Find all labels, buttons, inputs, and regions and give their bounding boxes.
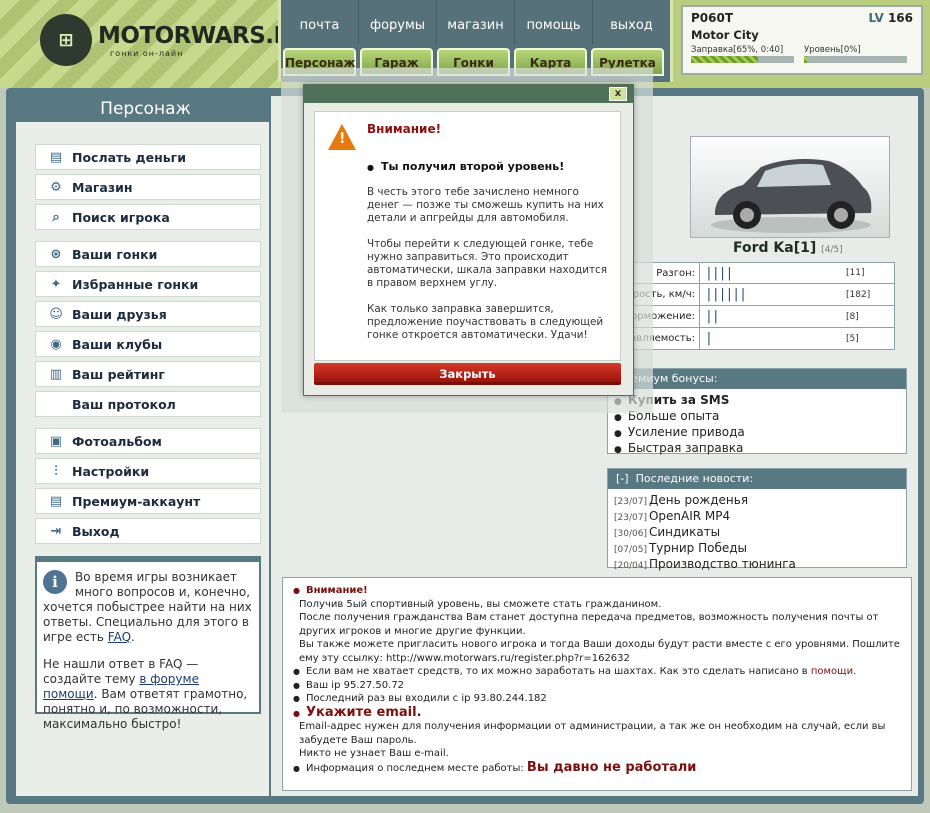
menu-search-player[interactable]: ⌕ Поиск игрока bbox=[35, 204, 261, 230]
info-icon: i bbox=[43, 570, 67, 594]
last-work-status: Вы давно не работали bbox=[526, 759, 697, 775]
nav-forums[interactable]: форумы bbox=[359, 0, 437, 44]
fuel-meter: Заправка[65%, 0:40] bbox=[691, 45, 794, 63]
steering-wheel-icon: ⊛ bbox=[50, 246, 62, 262]
menu-favorite-races[interactable]: ✦ Избранные гонки bbox=[35, 271, 261, 297]
nav-help[interactable]: помощь bbox=[515, 0, 593, 44]
player-level: LV 166 bbox=[868, 11, 913, 25]
player-city: Motor City bbox=[691, 28, 759, 42]
news-item[interactable]: [30/06] Синдикаты bbox=[614, 525, 900, 541]
news-box: [-] Последние новости: [23/07] День рожде… bbox=[607, 468, 907, 571]
exit-icon: ⇥ bbox=[50, 523, 62, 539]
close-icon[interactable]: x bbox=[609, 87, 627, 101]
menu-logout[interactable]: ⇥ Выход bbox=[35, 518, 261, 544]
current-ip: Ваш ip 95.27.50.72 bbox=[293, 679, 901, 693]
news-item[interactable]: [07/05] Турнир Победы bbox=[614, 541, 900, 557]
dialog-titlebar bbox=[304, 85, 633, 103]
dialog-paragraph: В честь этого тебе зачислено немного ден… bbox=[367, 186, 604, 224]
stat-bar: |||| bbox=[705, 265, 733, 281]
premium-item: Усиление привода bbox=[614, 425, 900, 441]
premium-item-sms[interactable]: Купить за SMS bbox=[614, 393, 900, 409]
nav-logout[interactable]: выход bbox=[593, 0, 670, 44]
help-link[interactable]: помощи bbox=[811, 666, 853, 677]
dialog-subtitle: Ты получил второй уровень! bbox=[367, 160, 564, 173]
close-button[interactable]: Закрыть bbox=[314, 363, 621, 385]
menu-my-races[interactable]: ⊛ Ваши гонки bbox=[35, 241, 261, 267]
car-image bbox=[711, 159, 872, 233]
player-status: P060T LV 166 Motor City Заправка[65%, 0:… bbox=[681, 5, 923, 75]
level-label: Уровень[0%] bbox=[804, 45, 861, 55]
logo-icon: ⊞ bbox=[40, 14, 92, 66]
news-item[interactable]: [23/07] OpenAIR MP4 bbox=[614, 509, 900, 525]
premium-icon: ▤ bbox=[49, 493, 63, 509]
search-icon: ⌕ bbox=[52, 209, 60, 225]
money-icon: ▤ bbox=[49, 149, 63, 165]
favorite-icon: ✦ bbox=[50, 276, 62, 292]
menu-photo-album[interactable]: ▣ Фотоальбом bbox=[35, 428, 261, 454]
car-photo[interactable] bbox=[690, 136, 890, 238]
warning-icon: ! bbox=[328, 124, 356, 150]
menu-friends[interactable]: ☺ Ваши друзья bbox=[35, 301, 261, 327]
sliders-icon: ⫶ bbox=[54, 463, 58, 479]
menu-rating[interactable]: ▥ Ваш рейтинг bbox=[35, 361, 261, 387]
dialog-body: ! Внимание! Ты получил второй уровень! В… bbox=[314, 111, 621, 361]
last-ip: Последний раз вы входили с ip 93.80.244.… bbox=[293, 692, 901, 706]
level-meter: Уровень[0%] bbox=[804, 45, 907, 63]
menu-group-money: ▤ Послать деньги ⚙ Магазин ⌕ Поиск игрока bbox=[35, 144, 261, 234]
menu-shop[interactable]: ⚙ Магазин bbox=[35, 174, 261, 200]
premium-item: Быстрая заправка bbox=[614, 441, 900, 457]
fuel-bar bbox=[691, 56, 794, 63]
rating-icon: ▥ bbox=[49, 366, 63, 382]
dialog-title: Внимание! bbox=[367, 122, 442, 136]
clubs-icon: ◉ bbox=[50, 336, 62, 352]
menu-send-money[interactable]: ▤ Послать деньги bbox=[35, 144, 261, 170]
info-panel: Внимание! Получив 5ый спортивный уровень… bbox=[282, 577, 912, 791]
stat-bar: | bbox=[705, 331, 713, 346]
menu-premium[interactable]: ▤ Премиум-аккаунт bbox=[35, 488, 261, 514]
faq-link[interactable]: FAQ bbox=[108, 630, 131, 644]
level-bar bbox=[804, 56, 907, 63]
shop-icon: ⚙ bbox=[50, 179, 62, 195]
menu-protocol[interactable]: Ваш протокол bbox=[35, 391, 261, 417]
friends-icon: ☺ bbox=[49, 306, 63, 322]
menu-group-settings: ▣ Фотоальбом ⫶ Настройки ▤ Премиум-аккаунт … bbox=[35, 428, 261, 548]
menu-group-races: ⊛ Ваши гонки ✦ Избранные гонки ☺ Ваши друзь… bbox=[35, 241, 261, 421]
logo[interactable]: ⊞ MOTORWARS.RU гонки он-лайн bbox=[40, 14, 309, 66]
news-header: [-] Последние новости: bbox=[608, 469, 906, 489]
premium-item: Больше опыта bbox=[614, 409, 900, 425]
car-name[interactable]: Ford Ka[1] [4/5] bbox=[733, 240, 913, 256]
dialog-paragraph: Как только заправка завершится, предложе… bbox=[367, 303, 604, 341]
dialog-paragraph: Чтобы перейти к следующей гонке, тебе ну… bbox=[367, 238, 607, 289]
nav-shop[interactable]: магазин bbox=[437, 0, 515, 44]
menu-settings[interactable]: ⫶ Настройки bbox=[35, 458, 261, 484]
news-item[interactable]: [20/04] Производство тюнинга bbox=[614, 557, 900, 573]
info-warning-title: Внимание! bbox=[293, 584, 901, 598]
sidebar-title: Персонаж bbox=[100, 99, 191, 119]
fuel-label: Заправка[65%, 0:40] bbox=[691, 45, 784, 55]
nav-mail[interactable]: почта bbox=[281, 0, 359, 44]
camera-icon: ▣ bbox=[49, 433, 63, 449]
faq-box: i Во время игры возникает много вопросов… bbox=[35, 556, 261, 731]
news-item[interactable]: [23/07] День рожденья bbox=[614, 493, 900, 509]
news-toggle[interactable]: [-] bbox=[616, 472, 629, 485]
stat-bar: |||||| bbox=[705, 287, 747, 302]
email-prompt[interactable]: Укажите email. bbox=[293, 705, 901, 721]
stat-bar: || bbox=[705, 309, 720, 324]
menu-clubs[interactable]: ◉ Ваши клубы bbox=[35, 331, 261, 357]
level-up-dialog: x ! Внимание! Ты получил второй уровень!… bbox=[303, 84, 634, 396]
